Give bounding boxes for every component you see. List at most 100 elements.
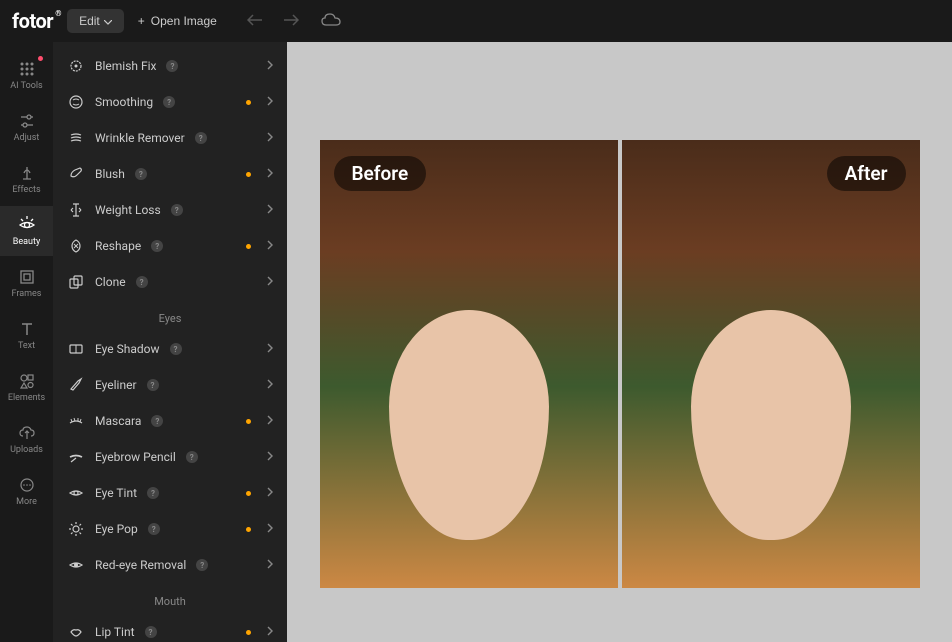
text-icon	[19, 320, 35, 338]
after-label: After	[827, 156, 906, 191]
chevron-right-icon	[267, 377, 273, 393]
nav-arrows	[247, 12, 299, 31]
premium-dot-indicator	[246, 419, 251, 424]
main-sidebar: AI Tools Adjust Effects Beauty Frames	[0, 42, 53, 642]
premium-dot-indicator	[246, 100, 251, 105]
sidebar-item-label: Uploads	[10, 445, 43, 455]
chevron-right-icon	[267, 166, 273, 182]
info-icon[interactable]: ?	[136, 276, 148, 288]
beauty-tool-panel: Blemish Fix?Smoothing?Wrinkle Remover?Bl…	[53, 42, 287, 642]
redo-button[interactable]	[283, 12, 299, 31]
cloud-sync-icon[interactable]	[321, 12, 341, 31]
sidebar-item-effects[interactable]: Effects	[0, 154, 53, 204]
info-icon[interactable]: ?	[147, 487, 159, 499]
tool-label: Lip Tint	[95, 625, 135, 639]
uploads-icon	[19, 424, 35, 442]
tool-item-blemish-fix[interactable]: Blemish Fix?	[67, 48, 273, 84]
canvas-area: Before After	[287, 42, 952, 642]
info-icon[interactable]: ?	[186, 451, 198, 463]
more-icon	[19, 476, 35, 494]
info-icon[interactable]: ?	[163, 96, 175, 108]
undo-button[interactable]	[247, 12, 263, 31]
tool-label: Eyebrow Pencil	[95, 450, 176, 464]
tool-item-eye-tint[interactable]: Eye Tint?	[67, 475, 273, 511]
plus-icon: +	[138, 14, 145, 28]
premium-dot-indicator	[246, 491, 251, 496]
chevron-right-icon	[267, 557, 273, 573]
red-eye-removal-icon	[67, 556, 85, 574]
tool-section-header: Eyes	[67, 300, 273, 331]
tool-item-eyebrow-pencil[interactable]: Eyebrow Pencil?	[67, 439, 273, 475]
effects-icon	[19, 164, 35, 182]
info-icon[interactable]: ?	[170, 343, 182, 355]
info-icon[interactable]: ?	[145, 626, 157, 638]
sidebar-item-frames[interactable]: Frames	[0, 258, 53, 308]
mascara-icon	[67, 412, 85, 430]
info-icon[interactable]: ?	[151, 240, 163, 252]
info-icon[interactable]: ?	[135, 168, 147, 180]
tool-label: Weight Loss	[95, 203, 161, 217]
open-image-label: Open Image	[151, 14, 217, 28]
before-after-compare: Before After	[320, 140, 920, 588]
tool-item-eye-shadow[interactable]: Eye Shadow?	[67, 331, 273, 367]
tool-item-blush[interactable]: Blush?	[67, 156, 273, 192]
sidebar-item-adjust[interactable]: Adjust	[0, 102, 53, 152]
elements-icon	[19, 372, 35, 390]
eyeliner-icon	[67, 376, 85, 394]
tool-item-wrinkle-remover[interactable]: Wrinkle Remover?	[67, 120, 273, 156]
chevron-right-icon	[267, 202, 273, 218]
logo[interactable]: fotor	[12, 9, 53, 33]
eye-shadow-icon	[67, 340, 85, 358]
premium-dot-indicator	[246, 527, 251, 532]
before-image: Before	[320, 140, 618, 588]
lip-tint-icon	[67, 623, 85, 641]
tool-label: Blush	[95, 167, 125, 181]
tool-item-smoothing[interactable]: Smoothing?	[67, 84, 273, 120]
sidebar-item-text[interactable]: Text	[0, 310, 53, 360]
sidebar-item-label: AI Tools	[10, 81, 42, 91]
tool-label: Clone	[95, 275, 126, 289]
info-icon[interactable]: ?	[166, 60, 178, 72]
tool-item-reshape[interactable]: Reshape?	[67, 228, 273, 264]
tool-label: Reshape	[95, 239, 141, 253]
open-image-button[interactable]: + Open Image	[138, 14, 217, 28]
info-icon[interactable]: ?	[151, 415, 163, 427]
sidebar-item-label: Text	[18, 341, 35, 351]
info-icon[interactable]: ?	[147, 379, 159, 391]
eyebrow-pencil-icon	[67, 448, 85, 466]
info-icon[interactable]: ?	[195, 132, 207, 144]
tool-label: Eye Tint	[95, 486, 137, 500]
tool-label: Blemish Fix	[95, 59, 156, 73]
sidebar-item-ai-tools[interactable]: AI Tools	[0, 50, 53, 100]
tool-label: Wrinkle Remover	[95, 131, 185, 145]
info-icon[interactable]: ?	[171, 204, 183, 216]
tool-item-eyeliner[interactable]: Eyeliner?	[67, 367, 273, 403]
tool-item-eye-pop[interactable]: Eye Pop?	[67, 511, 273, 547]
sidebar-item-uploads[interactable]: Uploads	[0, 414, 53, 464]
sidebar-item-beauty[interactable]: Beauty	[0, 206, 53, 256]
portrait-placeholder	[389, 310, 549, 540]
tool-label: Eye Shadow	[95, 342, 160, 356]
chevron-right-icon	[267, 341, 273, 357]
info-icon[interactable]: ?	[148, 523, 160, 535]
adjust-icon	[19, 112, 35, 130]
tool-section-header: Mouth	[67, 583, 273, 614]
tool-item-weight-loss[interactable]: Weight Loss?	[67, 192, 273, 228]
blush-icon	[67, 165, 85, 183]
tool-item-clone[interactable]: Clone?	[67, 264, 273, 300]
tool-item-red-eye-removal[interactable]: Red-eye Removal?	[67, 547, 273, 583]
chevron-right-icon	[267, 238, 273, 254]
info-icon[interactable]: ?	[196, 559, 208, 571]
edit-dropdown-button[interactable]: Edit	[67, 9, 124, 33]
tool-item-lip-tint[interactable]: Lip Tint?	[67, 614, 273, 642]
ai-tools-icon	[19, 60, 35, 78]
clone-icon	[67, 273, 85, 291]
tool-label: Red-eye Removal	[95, 558, 186, 572]
sidebar-item-label: More	[16, 497, 37, 507]
tool-label: Mascara	[95, 414, 141, 428]
sidebar-item-more[interactable]: More	[0, 466, 53, 516]
smoothing-icon	[67, 93, 85, 111]
tool-item-mascara[interactable]: Mascara?	[67, 403, 273, 439]
sidebar-item-elements[interactable]: Elements	[0, 362, 53, 412]
sidebar-item-label: Beauty	[13, 237, 40, 247]
